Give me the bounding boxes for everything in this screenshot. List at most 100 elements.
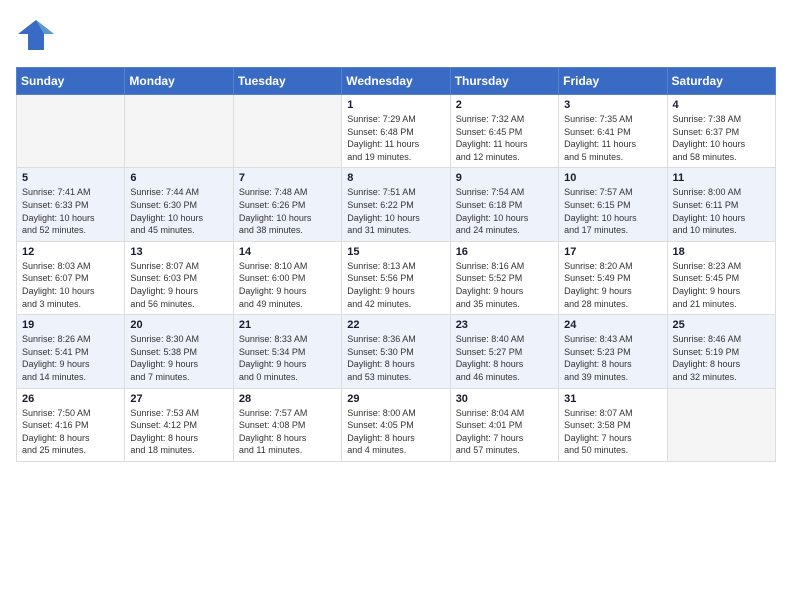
calendar-cell: 22 Sunrise: 8:36 AM Sunset: 5:30 PM Dayli… (342, 315, 450, 388)
day-info: Sunrise: 7:44 AM Sunset: 6:30 PM Dayligh… (130, 186, 227, 236)
calendar-cell: 11Sunrise: 8:00 AM Sunset: 6:11 PM Dayli… (667, 168, 775, 241)
day-info: Sunrise: 8:36 AM Sunset: 5:30 PM Dayligh… (347, 333, 444, 383)
calendar-cell (125, 95, 233, 168)
day-info: Sunrise: 7:50 AM Sunset: 4:16 PM Dayligh… (22, 407, 119, 457)
day-number: 8 (347, 172, 444, 184)
calendar-cell: 3 Sunrise: 7:35 AM Sunset: 6:41 PM Daylig… (559, 95, 667, 168)
day-info: Sunrise: 8:07 AM Sunset: 3:58 PM Dayligh… (564, 407, 661, 457)
day-number: 18 (673, 246, 770, 258)
day-number: 12 (22, 246, 119, 258)
day-info: Sunrise: 8:30 AM Sunset: 5:38 PM Dayligh… (130, 333, 227, 383)
calendar-cell: 19 Sunrise: 8:26 AM Sunset: 5:41 PM Dayli… (17, 315, 125, 388)
weekday-header: Tuesday (233, 68, 341, 95)
day-number: 26 (22, 393, 119, 405)
calendar-cell (667, 388, 775, 461)
calendar-cell: 7 Sunrise: 7:48 AM Sunset: 6:26 PM Daylig… (233, 168, 341, 241)
day-info: Sunrise: 7:51 AM Sunset: 6:22 PM Dayligh… (347, 186, 444, 236)
calendar-cell: 18 Sunrise: 8:23 AM Sunset: 5:45 PM Dayli… (667, 241, 775, 314)
page-header (16, 16, 776, 59)
day-number: 5 (22, 172, 119, 184)
day-info: Sunrise: 8:03 AM Sunset: 6:07 PM Dayligh… (22, 260, 119, 310)
day-number: 30 (456, 393, 553, 405)
day-number: 23 (456, 319, 553, 331)
calendar-cell: 8 Sunrise: 7:51 AM Sunset: 6:22 PM Daylig… (342, 168, 450, 241)
calendar-cell: 1 Sunrise: 7:29 AM Sunset: 6:48 PM Daylig… (342, 95, 450, 168)
day-number: 9 (456, 172, 553, 184)
day-number: 7 (239, 172, 336, 184)
calendar-cell: 31 Sunrise: 8:07 AM Sunset: 3:58 PM Dayli… (559, 388, 667, 461)
day-number: 21 (239, 319, 336, 331)
calendar-cell: 16 Sunrise: 8:16 AM Sunset: 5:52 PM Dayli… (450, 241, 558, 314)
calendar-cell: 10 Sunrise: 7:57 AM Sunset: 6:15 PM Dayli… (559, 168, 667, 241)
day-info: Sunrise: 7:57 AM Sunset: 6:15 PM Dayligh… (564, 186, 661, 236)
calendar-week-row: 26 Sunrise: 7:50 AM Sunset: 4:16 PM Dayli… (17, 388, 776, 461)
calendar-cell: 20 Sunrise: 8:30 AM Sunset: 5:38 PM Dayli… (125, 315, 233, 388)
day-number: 20 (130, 319, 227, 331)
calendar-week-row: 1 Sunrise: 7:29 AM Sunset: 6:48 PM Daylig… (17, 95, 776, 168)
calendar-cell: 29 Sunrise: 8:00 AM Sunset: 4:05 PM Dayli… (342, 388, 450, 461)
day-info: Sunrise: 8:16 AM Sunset: 5:52 PM Dayligh… (456, 260, 553, 310)
calendar-cell: 24 Sunrise: 8:43 AM Sunset: 5:23 PM Dayli… (559, 315, 667, 388)
day-info: Sunrise: 8:40 AM Sunset: 5:27 PM Dayligh… (456, 333, 553, 383)
day-info: Sunrise: 8:07 AM Sunset: 6:03 PM Dayligh… (130, 260, 227, 310)
day-info: Sunrise: 8:46 AM Sunset: 5:19 PM Dayligh… (673, 333, 770, 383)
day-number: 11 (673, 172, 770, 184)
day-number: 25 (673, 319, 770, 331)
day-info: Sunrise: 7:54 AM Sunset: 6:18 PM Dayligh… (456, 186, 553, 236)
calendar-cell: 12 Sunrise: 8:03 AM Sunset: 6:07 PM Dayli… (17, 241, 125, 314)
calendar-cell: 27Sunrise: 7:53 AM Sunset: 4:12 PM Dayli… (125, 388, 233, 461)
weekday-header: Saturday (667, 68, 775, 95)
day-number: 3 (564, 99, 661, 111)
day-number: 22 (347, 319, 444, 331)
day-number: 1 (347, 99, 444, 111)
day-number: 14 (239, 246, 336, 258)
day-info: Sunrise: 8:26 AM Sunset: 5:41 PM Dayligh… (22, 333, 119, 383)
day-info: Sunrise: 7:38 AM Sunset: 6:37 PM Dayligh… (673, 113, 770, 163)
day-info: Sunrise: 8:33 AM Sunset: 5:34 PM Dayligh… (239, 333, 336, 383)
day-number: 24 (564, 319, 661, 331)
calendar-cell: 17 Sunrise: 8:20 AM Sunset: 5:49 PM Dayli… (559, 241, 667, 314)
day-info: Sunrise: 8:10 AM Sunset: 6:00 PM Dayligh… (239, 260, 336, 310)
calendar-cell: 26 Sunrise: 7:50 AM Sunset: 4:16 PM Dayli… (17, 388, 125, 461)
day-info: Sunrise: 8:00 AM Sunset: 4:05 PM Dayligh… (347, 407, 444, 457)
day-number: 19 (22, 319, 119, 331)
day-number: 2 (456, 99, 553, 111)
calendar-cell: 30 Sunrise: 8:04 AM Sunset: 4:01 PM Dayli… (450, 388, 558, 461)
calendar-week-row: 19 Sunrise: 8:26 AM Sunset: 5:41 PM Dayli… (17, 315, 776, 388)
day-number: 10 (564, 172, 661, 184)
calendar-cell: 25 Sunrise: 8:46 AM Sunset: 5:19 PM Dayli… (667, 315, 775, 388)
calendar-cell: 2Sunrise: 7:32 AM Sunset: 6:45 PM Daylig… (450, 95, 558, 168)
calendar-week-row: 12 Sunrise: 8:03 AM Sunset: 6:07 PM Dayli… (17, 241, 776, 314)
day-info: Sunrise: 7:35 AM Sunset: 6:41 PM Dayligh… (564, 113, 661, 163)
calendar-cell: 13 Sunrise: 8:07 AM Sunset: 6:03 PM Dayli… (125, 241, 233, 314)
calendar-week-row: 5 Sunrise: 7:41 AM Sunset: 6:33 PM Daylig… (17, 168, 776, 241)
calendar-cell: 21 Sunrise: 8:33 AM Sunset: 5:34 PM Dayli… (233, 315, 341, 388)
day-info: Sunrise: 8:13 AM Sunset: 5:56 PM Dayligh… (347, 260, 444, 310)
logo (16, 16, 58, 59)
day-info: Sunrise: 7:41 AM Sunset: 6:33 PM Dayligh… (22, 186, 119, 236)
day-number: 28 (239, 393, 336, 405)
day-info: Sunrise: 7:48 AM Sunset: 6:26 PM Dayligh… (239, 186, 336, 236)
day-info: Sunrise: 8:43 AM Sunset: 5:23 PM Dayligh… (564, 333, 661, 383)
day-info: Sunrise: 7:29 AM Sunset: 6:48 PM Dayligh… (347, 113, 444, 163)
calendar-cell: 14 Sunrise: 8:10 AM Sunset: 6:00 PM Dayli… (233, 241, 341, 314)
calendar-table: SundayMondayTuesdayWednesdayThursdayFrid… (16, 67, 776, 462)
day-info: Sunrise: 8:23 AM Sunset: 5:45 PM Dayligh… (673, 260, 770, 310)
calendar-cell: 9 Sunrise: 7:54 AM Sunset: 6:18 PM Daylig… (450, 168, 558, 241)
calendar-cell: 4Sunrise: 7:38 AM Sunset: 6:37 PM Daylig… (667, 95, 775, 168)
day-number: 13 (130, 246, 227, 258)
day-number: 31 (564, 393, 661, 405)
calendar-cell: 15 Sunrise: 8:13 AM Sunset: 5:56 PM Dayli… (342, 241, 450, 314)
day-number: 29 (347, 393, 444, 405)
day-info: Sunrise: 7:57 AM Sunset: 4:08 PM Dayligh… (239, 407, 336, 457)
calendar-cell: 5 Sunrise: 7:41 AM Sunset: 6:33 PM Daylig… (17, 168, 125, 241)
day-number: 15 (347, 246, 444, 258)
day-info: Sunrise: 8:04 AM Sunset: 4:01 PM Dayligh… (456, 407, 553, 457)
weekday-header: Wednesday (342, 68, 450, 95)
day-info: Sunrise: 8:20 AM Sunset: 5:49 PM Dayligh… (564, 260, 661, 310)
day-number: 17 (564, 246, 661, 258)
day-info: Sunrise: 7:53 AM Sunset: 4:12 PM Dayligh… (130, 407, 227, 457)
calendar-header-row: SundayMondayTuesdayWednesdayThursdayFrid… (17, 68, 776, 95)
day-number: 16 (456, 246, 553, 258)
logo-icon (16, 16, 54, 59)
